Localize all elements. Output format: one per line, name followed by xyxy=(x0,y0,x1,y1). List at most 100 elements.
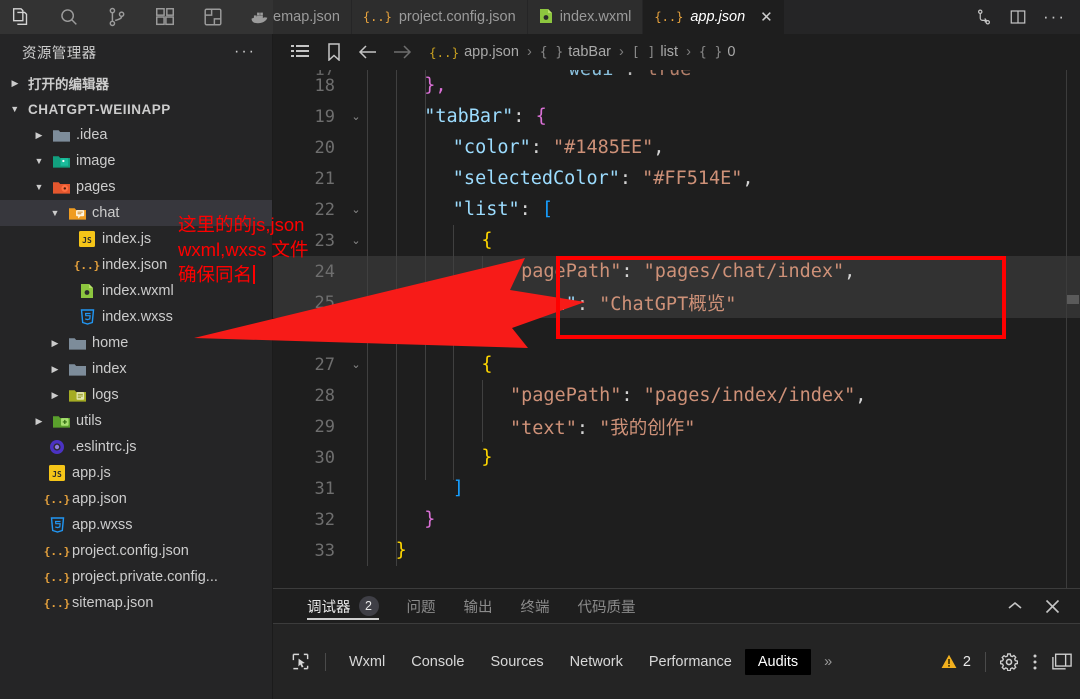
tree-item-image[interactable]: ▼ image xyxy=(0,148,272,174)
tree-item-index-json[interactable]: {..} index.json xyxy=(0,252,272,278)
warning-indicator[interactable]: 2 xyxy=(941,654,971,670)
explorer-icon[interactable] xyxy=(10,6,32,28)
panel-tab-code-quality[interactable]: 代码质量 xyxy=(564,589,650,623)
panel-tab-debugger[interactable]: 调试器 2 xyxy=(293,589,393,623)
bookmark-icon[interactable] xyxy=(317,37,351,67)
editor-tab-index-wxml[interactable]: index.wxml xyxy=(527,0,644,34)
tree-item-app-wxss[interactable]: app.wxss xyxy=(0,512,272,538)
devtools-tab-console[interactable]: Console xyxy=(398,649,477,675)
code-line-text: "pagePath": "pages/index/index", xyxy=(510,385,867,406)
code-line[interactable]: 32} xyxy=(273,504,1080,535)
tree-item-utils[interactable]: ▶ utils xyxy=(0,408,272,434)
close-icon[interactable]: ✕ xyxy=(760,8,773,26)
close-panel-icon[interactable] xyxy=(1045,599,1060,614)
tree-item-home[interactable]: ▶ home xyxy=(0,330,272,356)
forward-arrow-icon[interactable] xyxy=(385,37,419,67)
search-icon[interactable] xyxy=(58,6,80,28)
tree-item-sitemap-json[interactable]: {..} sitemap.json xyxy=(0,590,272,616)
tree-item-index-folder[interactable]: ▶ index xyxy=(0,356,272,382)
back-arrow-icon[interactable] xyxy=(351,37,385,67)
chevron-down-icon: ▼ xyxy=(34,182,44,192)
editor-tab-sitemap[interactable]: emap.json xyxy=(273,0,352,34)
code-line[interactable]: 31] xyxy=(273,473,1080,504)
code-line[interactable]: 27 ⌄ { xyxy=(273,349,1080,380)
tree-item-pages[interactable]: ▼ pages xyxy=(0,174,272,200)
sidebar-more-icon[interactable]: ··· xyxy=(234,43,256,61)
indent-guide xyxy=(482,380,483,442)
tree-item-index-wxml[interactable]: index.wxml xyxy=(0,278,272,304)
svg-text:JS: JS xyxy=(82,236,92,245)
docker-icon[interactable] xyxy=(250,6,272,28)
tree-item-app-json[interactable]: {..} app.json xyxy=(0,486,272,512)
editor-tab-app-json[interactable]: {..} app.json ✕ xyxy=(643,0,785,34)
code-line[interactable]: 30} xyxy=(273,442,1080,473)
code-line-text: "color": "#1485EE", xyxy=(452,137,665,158)
editor-tab-project-config[interactable]: {..} project.config.json xyxy=(351,0,528,34)
section-project-root[interactable]: ▼ CHATGPT-WEIINAPP xyxy=(0,96,272,122)
code-line[interactable]: 23 ⌄ { xyxy=(273,225,1080,256)
tree-item-label: project.private.config... xyxy=(72,569,218,585)
tree-item-project-private-config-json[interactable]: {..} project.private.config... xyxy=(0,564,272,590)
extensions-icon[interactable] xyxy=(154,6,176,28)
tree-item-chat[interactable]: ▼ chat xyxy=(0,200,272,226)
tree-item-label: .eslintrc.js xyxy=(72,439,137,455)
tree-item-project-config-json[interactable]: {..} project.config.json xyxy=(0,538,272,564)
section-open-editors[interactable]: ▶ 打开的编辑器 xyxy=(0,70,272,96)
code-line[interactable]: 33} xyxy=(273,535,1080,566)
tree-item-logs[interactable]: ▶ logs xyxy=(0,382,272,408)
panel-tab-problems[interactable]: 问题 xyxy=(393,589,450,623)
breadcrumb-item-app-json[interactable]: {..} app.json xyxy=(429,44,519,60)
code-editor[interactable]: 17 "weui": true 18},19⌄"tabBar": {20"col… xyxy=(273,70,1080,588)
code-line[interactable]: 25 "text": "ChatGPT概览" xyxy=(273,287,1080,318)
tree-item-idea[interactable]: ▶ .idea xyxy=(0,122,272,148)
outline-icon[interactable] xyxy=(283,37,317,67)
editor-tab-actions: ··· xyxy=(961,0,1080,34)
split-editor-icon[interactable] xyxy=(1009,8,1027,26)
dock-side-icon[interactable] xyxy=(1052,653,1072,670)
devtools-menu-icon[interactable] xyxy=(1032,653,1038,671)
code-line[interactable]: 28 "pagePath": "pages/index/index", xyxy=(273,380,1080,411)
code-line-text: "pagePath": "pages/chat/index", xyxy=(510,261,856,282)
devtools-tab-performance[interactable]: Performance xyxy=(636,649,745,675)
code-line[interactable]: 22 ⌄ "list": [ xyxy=(273,194,1080,225)
collapse-panel-icon[interactable] xyxy=(1007,600,1023,612)
devtools-tab-network[interactable]: Network xyxy=(557,649,636,675)
scrollbar-thumb[interactable] xyxy=(1067,295,1079,304)
breadcrumb-item-index-0[interactable]: { } 0 xyxy=(699,44,736,60)
devtools-tab-sources[interactable]: Sources xyxy=(477,649,556,675)
split-compare-icon[interactable] xyxy=(975,8,993,26)
tree-item-index-js[interactable]: JS index.js xyxy=(0,226,272,252)
tree-item-index-wxss[interactable]: index.wxss xyxy=(0,304,272,330)
editor-vertical-scrollbar[interactable] xyxy=(1066,70,1080,588)
chevron-right-icon: ▶ xyxy=(11,77,19,88)
inspect-element-icon[interactable] xyxy=(285,649,315,675)
more-actions-icon[interactable]: ··· xyxy=(1043,7,1066,27)
code-line[interactable]: 20 "color": "#1485EE", xyxy=(273,132,1080,163)
tree-item-app-js[interactable]: JS app.js xyxy=(0,460,272,486)
fold-chevron-down-icon[interactable]: ⌄ xyxy=(345,203,367,216)
code-line[interactable]: 24 "pagePath": "pages/chat/index", xyxy=(273,256,1080,287)
code-line[interactable]: 21 "selectedColor": "#FF514E", xyxy=(273,163,1080,194)
tree-item-label: home xyxy=(92,335,129,351)
tree-item-eslintrc[interactable]: .eslintrc.js xyxy=(0,434,272,460)
fold-chevron-down-icon[interactable]: ⌄ xyxy=(345,234,367,247)
code-line[interactable]: 26}, xyxy=(273,318,1080,349)
devtools-overflow-icon[interactable]: » xyxy=(811,649,845,675)
devtools-tab-audits[interactable]: Audits xyxy=(744,648,812,675)
fold-chevron-down-icon[interactable]: ⌄ xyxy=(345,358,367,371)
devtools-tab-wxml[interactable]: Wxml xyxy=(336,649,398,675)
source-control-icon[interactable] xyxy=(106,6,128,28)
breadcrumb-item-list[interactable]: [ ] list xyxy=(632,44,678,60)
miniprogram-icon[interactable] xyxy=(202,6,224,28)
code-line[interactable]: 19 ⌄ "tabBar": { xyxy=(273,101,1080,132)
folder-chat-icon xyxy=(68,204,86,222)
tree-item-label: index.json xyxy=(102,257,168,273)
fold-chevron-down-icon[interactable]: ⌄ xyxy=(345,110,367,123)
panel-tab-terminal[interactable]: 终端 xyxy=(507,589,564,623)
panel-tab-output[interactable]: 输出 xyxy=(450,589,507,623)
code-line[interactable]: 18}, xyxy=(273,70,1080,101)
breadcrumb-item-tabbar[interactable]: { } tabBar xyxy=(540,44,611,60)
code-line[interactable]: 29 "text": "我的创作" xyxy=(273,411,1080,442)
settings-gear-icon[interactable] xyxy=(1000,652,1018,671)
devtools-right-actions: 2 xyxy=(941,651,1080,672)
